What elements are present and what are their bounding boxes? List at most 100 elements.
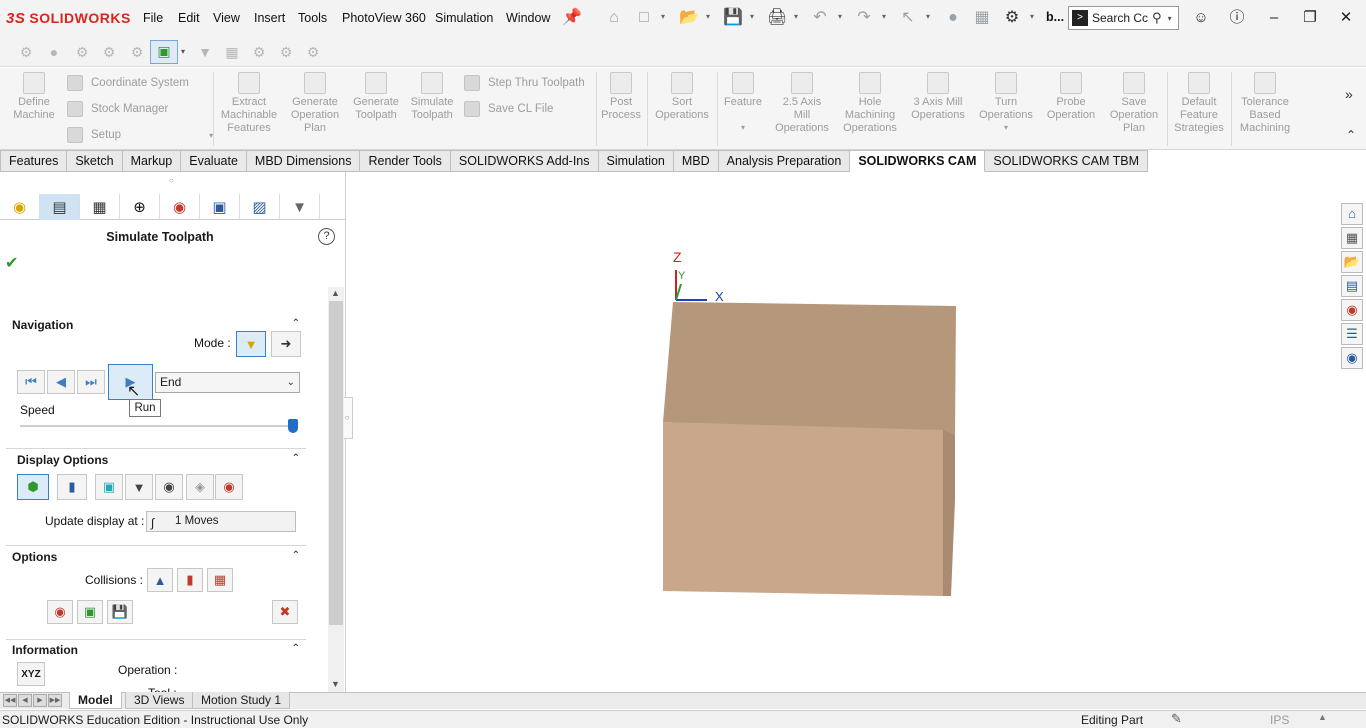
feature-caret-icon[interactable]: ▾ [720, 121, 766, 134]
tab-simulation[interactable]: Simulation [598, 150, 674, 172]
display-holder-button[interactable]: ◉ [155, 474, 183, 500]
chevron-down-icon[interactable]: ⌄ [287, 373, 295, 392]
generate-operation-plan-button[interactable]: Generate Operation Plan [285, 72, 345, 135]
menu-insert[interactable]: Insert [254, 11, 285, 25]
task-pane-custom-properties-icon[interactable]: ☰ [1341, 323, 1363, 345]
display-toolpath-button[interactable]: ◈ [186, 474, 214, 500]
task-pane-solidworks-forum-icon[interactable]: ◉ [1341, 347, 1363, 369]
speed-slider-thumb[interactable] [288, 419, 298, 433]
toolbar-caret-icon[interactable]: ▾ [178, 42, 188, 62]
settings-tools-button[interactable]: ✖ [272, 600, 298, 624]
default-feature-strategies-button[interactable]: Default Feature Strategies [1170, 72, 1228, 135]
search-commands[interactable]: > Search Cc ⚲ ▾ [1068, 6, 1179, 30]
next-tab-icon[interactable]: ▶ [33, 694, 47, 707]
menu-file[interactable]: File [143, 11, 163, 25]
collapse-chevron-icon[interactable]: ⌃ [292, 318, 300, 329]
panel-grip-icon[interactable]: ○ [169, 176, 174, 185]
probe-operation-button[interactable]: Probe Operation [1040, 72, 1102, 122]
redo-caret-icon[interactable]: ▾ [882, 12, 890, 21]
toolbar-gear-icon-3[interactable]: ⚙ [276, 42, 296, 62]
toolbar-frame-icon[interactable]: ▦ [222, 42, 242, 62]
tab-features[interactable]: Features [0, 150, 68, 172]
user-name[interactable]: b... [1046, 10, 1064, 24]
information-group-header[interactable]: Information ⌃ [12, 643, 304, 661]
panel-scrollbar[interactable]: ▲ ▼ [328, 287, 344, 692]
extract-machinable-features-button[interactable]: Extract Machinable Features [218, 72, 280, 135]
toolbar-tool-icon-1[interactable]: ⚙ [72, 42, 92, 62]
options-gear-icon[interactable]: ⚙ [1003, 9, 1021, 27]
task-pane-home-icon[interactable]: ⌂ [1341, 203, 1363, 225]
toolbar-gear-icon-4[interactable]: ⚙ [303, 42, 323, 62]
mode-stock-button[interactable]: ➜ [271, 331, 301, 357]
property-manager-icon[interactable]: ▤ [40, 194, 80, 220]
menu-edit[interactable]: Edit [178, 11, 200, 25]
coordinate-system-button[interactable]: Coordinate System [67, 75, 189, 91]
tab-solidworks-add-ins[interactable]: SOLIDWORKS Add-Ins [450, 150, 599, 172]
go-to-start-button[interactable]: ⏮ [17, 370, 45, 394]
tab-mbd-dimensions[interactable]: MBD Dimensions [246, 150, 361, 172]
file-properties-icon[interactable]: ▦ [973, 9, 991, 27]
task-pane-3d-content-icon[interactable]: ▦ [1341, 227, 1363, 249]
minimize-icon[interactable]: – [1264, 8, 1284, 28]
mode-tool-button[interactable]: ▼ [236, 331, 266, 357]
save-button[interactable]: 💾 [107, 600, 133, 624]
collapse-chevron-icon[interactable]: ⌃ [292, 550, 300, 561]
new-caret-icon[interactable]: ▾ [661, 12, 669, 21]
tolerance-based-machining-button[interactable]: Tolerance Based Machining [1234, 72, 1296, 135]
step-thru-toolpath-button[interactable]: Step Thru Toolpath [464, 75, 585, 91]
pin-icon[interactable]: 📌 [562, 9, 582, 27]
search-icon[interactable]: ⚲ [1152, 10, 1162, 26]
toolbar-cam-feature-icon[interactable]: ▣ [150, 40, 178, 64]
rebuild-status-icon[interactable]: ✎ [1171, 711, 1182, 727]
tab-analysis-preparation[interactable]: Analysis Preparation [718, 150, 851, 172]
task-pane-file-explorer-icon[interactable]: ▤ [1341, 275, 1363, 297]
units-text[interactable]: IPS [1270, 713, 1289, 727]
tab-motion-study-1[interactable]: Motion Study 1 [192, 692, 291, 709]
setup-button[interactable]: Setup ▾ [67, 127, 213, 143]
feature-button[interactable]: Feature ▾ [720, 72, 766, 134]
stock-manager-button[interactable]: Stock Manager [67, 101, 168, 117]
menu-tools[interactable]: Tools [298, 11, 327, 25]
undo-icon[interactable]: ↶ [811, 9, 829, 27]
new-document-icon[interactable]: □ [635, 9, 653, 27]
part-model[interactable] [655, 240, 975, 610]
save-icon[interactable]: 💾 [723, 9, 743, 27]
first-tab-icon[interactable]: ◀◀ [3, 694, 17, 707]
menu-window[interactable]: Window [506, 11, 550, 25]
tab-mbd[interactable]: MBD [673, 150, 719, 172]
restore-icon[interactable]: ❐ [1300, 8, 1320, 28]
display-manager-icon[interactable]: ◉ [160, 194, 200, 220]
display-stock-button[interactable]: ⬢ [17, 474, 49, 500]
menu-photoview[interactable]: PhotoView 360 [342, 11, 426, 25]
home-icon[interactable]: ⌂ [605, 9, 623, 27]
last-tab-icon[interactable]: ▶▶ [48, 694, 62, 707]
tab-render-tools[interactable]: Render Tools [360, 150, 451, 172]
scroll-down-icon[interactable]: ▼ [331, 679, 340, 689]
print-icon[interactable]: 🖨 [767, 9, 787, 27]
units-caret-icon[interactable]: ▲ [1318, 712, 1327, 722]
help-circle-icon[interactable]: ⓘ [1227, 8, 1247, 28]
collapse-chevron-icon[interactable]: ⌃ [292, 643, 300, 654]
prev-tab-icon[interactable]: ◀ [18, 694, 32, 707]
menu-simulation[interactable]: Simulation [435, 11, 493, 25]
display-tool-button[interactable]: ▼ [125, 474, 153, 500]
open-icon[interactable]: 📂 [679, 9, 699, 27]
menu-view[interactable]: View [213, 11, 240, 25]
search-caret-icon[interactable]: ▾ [1168, 14, 1172, 23]
dimxpert-icon[interactable]: ⊕ [120, 194, 160, 220]
tab-sketch[interactable]: Sketch [67, 150, 123, 172]
cam-feature-tree-icon[interactable]: ◉ [0, 194, 40, 220]
select-caret-icon[interactable]: ▾ [926, 12, 934, 21]
run-mode-select[interactable]: End ⌄ [155, 372, 300, 393]
toolbar-gear-icon-1[interactable]: ⚙ [16, 42, 36, 62]
tab-evaluate[interactable]: Evaluate [181, 150, 247, 172]
collapse-chevron-icon[interactable]: ⌃ [292, 453, 300, 464]
ok-check-icon[interactable]: ✔ [5, 253, 18, 273]
tab-solidworks-cam-tbm[interactable]: SOLIDWORKS CAM TBM [985, 150, 1149, 172]
task-pane-appearances-icon[interactable]: ◉ [1341, 299, 1363, 321]
user-account-icon[interactable]: ☺ [1191, 8, 1211, 28]
open-caret-icon[interactable]: ▾ [706, 12, 714, 21]
display-gouge-button[interactable]: ◉ [215, 474, 243, 500]
options-group-header[interactable]: Options ⌃ [12, 550, 304, 568]
toolbar-drill-icon[interactable]: ▼ [195, 42, 215, 62]
